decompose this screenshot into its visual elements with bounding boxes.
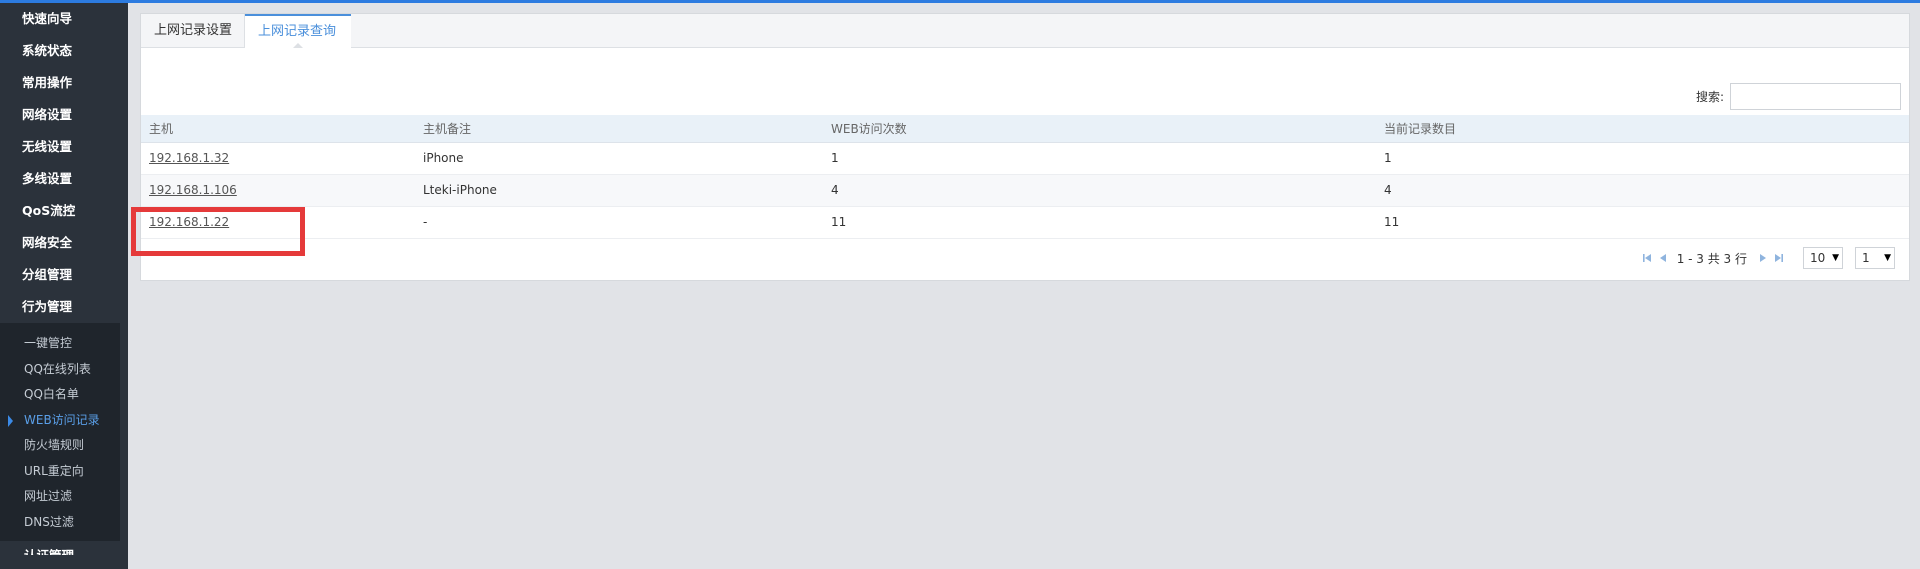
- sidebar-subitem-url-filter[interactable]: 网址过滤: [0, 484, 120, 510]
- prev-page-icon[interactable]: [1657, 252, 1669, 264]
- search-row: 搜索:: [1696, 83, 1901, 110]
- host-link[interactable]: 192.168.1.32: [149, 151, 229, 165]
- cell-web-visits: 4: [823, 174, 1376, 207]
- table-row: 192.168.1.106 Lteki-iPhone 4 4: [141, 174, 1909, 207]
- table-row: 192.168.1.32 iPhone 1 1: [141, 142, 1909, 175]
- tab-record-settings[interactable]: 上网记录设置: [141, 14, 245, 48]
- page-info: 1 - 3 共 3 行: [1676, 251, 1747, 266]
- tab-record-query[interactable]: 上网记录查询: [245, 14, 351, 49]
- cell-note: iPhone: [415, 142, 823, 175]
- sidebar-item-auth-management[interactable]: 认证管理: [0, 541, 128, 555]
- page-size-select[interactable]: 10 ▼: [1803, 247, 1843, 269]
- records-table: 主机 主机备注 WEB访问次数 当前记录数目 192.168.1.32 iPho…: [141, 115, 1909, 239]
- page-number-value: 1: [1862, 251, 1870, 265]
- search-input[interactable]: [1730, 83, 1901, 110]
- first-page-icon[interactable]: [1641, 252, 1653, 264]
- cell-record-count: 4: [1376, 174, 1909, 207]
- cell-web-visits: 1: [823, 142, 1376, 175]
- column-header-host[interactable]: 主机: [141, 115, 415, 143]
- host-link[interactable]: 192.168.1.106: [149, 183, 237, 197]
- column-header-note[interactable]: 主机备注: [415, 115, 823, 143]
- sidebar-subitem-qq-online-list[interactable]: QQ在线列表: [0, 357, 120, 383]
- cell-host: 192.168.1.22: [141, 206, 415, 239]
- sidebar-item-group-management[interactable]: 分组管理: [0, 259, 128, 291]
- cell-record-count: 1: [1376, 142, 1909, 175]
- sidebar-item-qos[interactable]: QoS流控: [0, 195, 128, 227]
- last-page-icon[interactable]: [1773, 252, 1785, 264]
- sidebar-item-system-status[interactable]: 系统状态: [0, 35, 128, 67]
- host-link[interactable]: 192.168.1.22: [149, 215, 229, 229]
- sidebar-item-network-settings[interactable]: 网络设置: [0, 99, 128, 131]
- top-accent-bar: [0, 0, 1920, 3]
- search-label: 搜索:: [1695, 90, 1724, 104]
- table-header-row: 主机 主机备注 WEB访问次数 当前记录数目: [141, 115, 1909, 143]
- column-header-web-visits[interactable]: WEB访问次数: [823, 115, 1376, 143]
- sidebar-subitem-label: WEB访问记录: [24, 412, 100, 427]
- next-page-icon[interactable]: [1757, 252, 1769, 264]
- sidebar-item-common-ops[interactable]: 常用操作: [0, 67, 128, 99]
- sidebar-item-behavior-management[interactable]: 行为管理: [0, 291, 128, 323]
- cell-record-count: 11: [1376, 206, 1909, 239]
- sidebar-subitem-qq-whitelist[interactable]: QQ白名单: [0, 382, 120, 408]
- page-size-value: 10: [1810, 251, 1826, 265]
- cell-host: 192.168.1.106: [141, 174, 415, 207]
- dropdown-arrow-icon: ▼: [1884, 253, 1891, 263]
- cell-note: -: [415, 206, 823, 239]
- column-header-record-count[interactable]: 当前记录数目: [1376, 115, 1909, 143]
- cell-web-visits: 11: [823, 206, 1376, 239]
- sidebar-subitem-url-redirect[interactable]: URL重定向: [0, 459, 120, 485]
- sidebar-item-multiline-settings[interactable]: 多线设置: [0, 163, 128, 195]
- sidebar: 快速向导 系统状态 常用操作 网络设置 无线设置 多线设置 QoS流控 网络安全…: [0, 3, 128, 569]
- sidebar-subitem-web-access-log[interactable]: WEB访问记录: [0, 408, 120, 434]
- sidebar-subitem-one-key-control[interactable]: 一键管控: [0, 331, 120, 357]
- sidebar-subitem-firewall-rules[interactable]: 防火墙规则: [0, 433, 120, 459]
- active-marker-icon: [8, 414, 13, 427]
- dropdown-arrow-icon: ▼: [1832, 253, 1839, 263]
- cell-note: Lteki-iPhone: [415, 174, 823, 207]
- table-row: 192.168.1.22 - 11 11: [141, 206, 1909, 239]
- sidebar-item-network-security[interactable]: 网络安全: [0, 227, 128, 259]
- pagination: 1 - 3 共 3 行 10 ▼ 1 ▼: [1641, 247, 1895, 269]
- cell-host: 192.168.1.32: [141, 142, 415, 175]
- main-panel: 上网记录设置 上网记录查询 搜索: 主机 主机备注 WEB访问次数 当前记录数目…: [140, 13, 1910, 281]
- sidebar-subitem-dns-filter[interactable]: DNS过滤: [0, 510, 120, 536]
- behavior-submenu: 一键管控 QQ在线列表 QQ白名单 WEB访问记录 防火墙规则 URL重定向 网…: [0, 323, 120, 541]
- tab-bar: 上网记录设置 上网记录查询: [141, 14, 1909, 49]
- sidebar-item-quick-guide[interactable]: 快速向导: [0, 3, 128, 35]
- page-number-select[interactable]: 1 ▼: [1855, 247, 1895, 269]
- sidebar-item-wireless-settings[interactable]: 无线设置: [0, 131, 128, 163]
